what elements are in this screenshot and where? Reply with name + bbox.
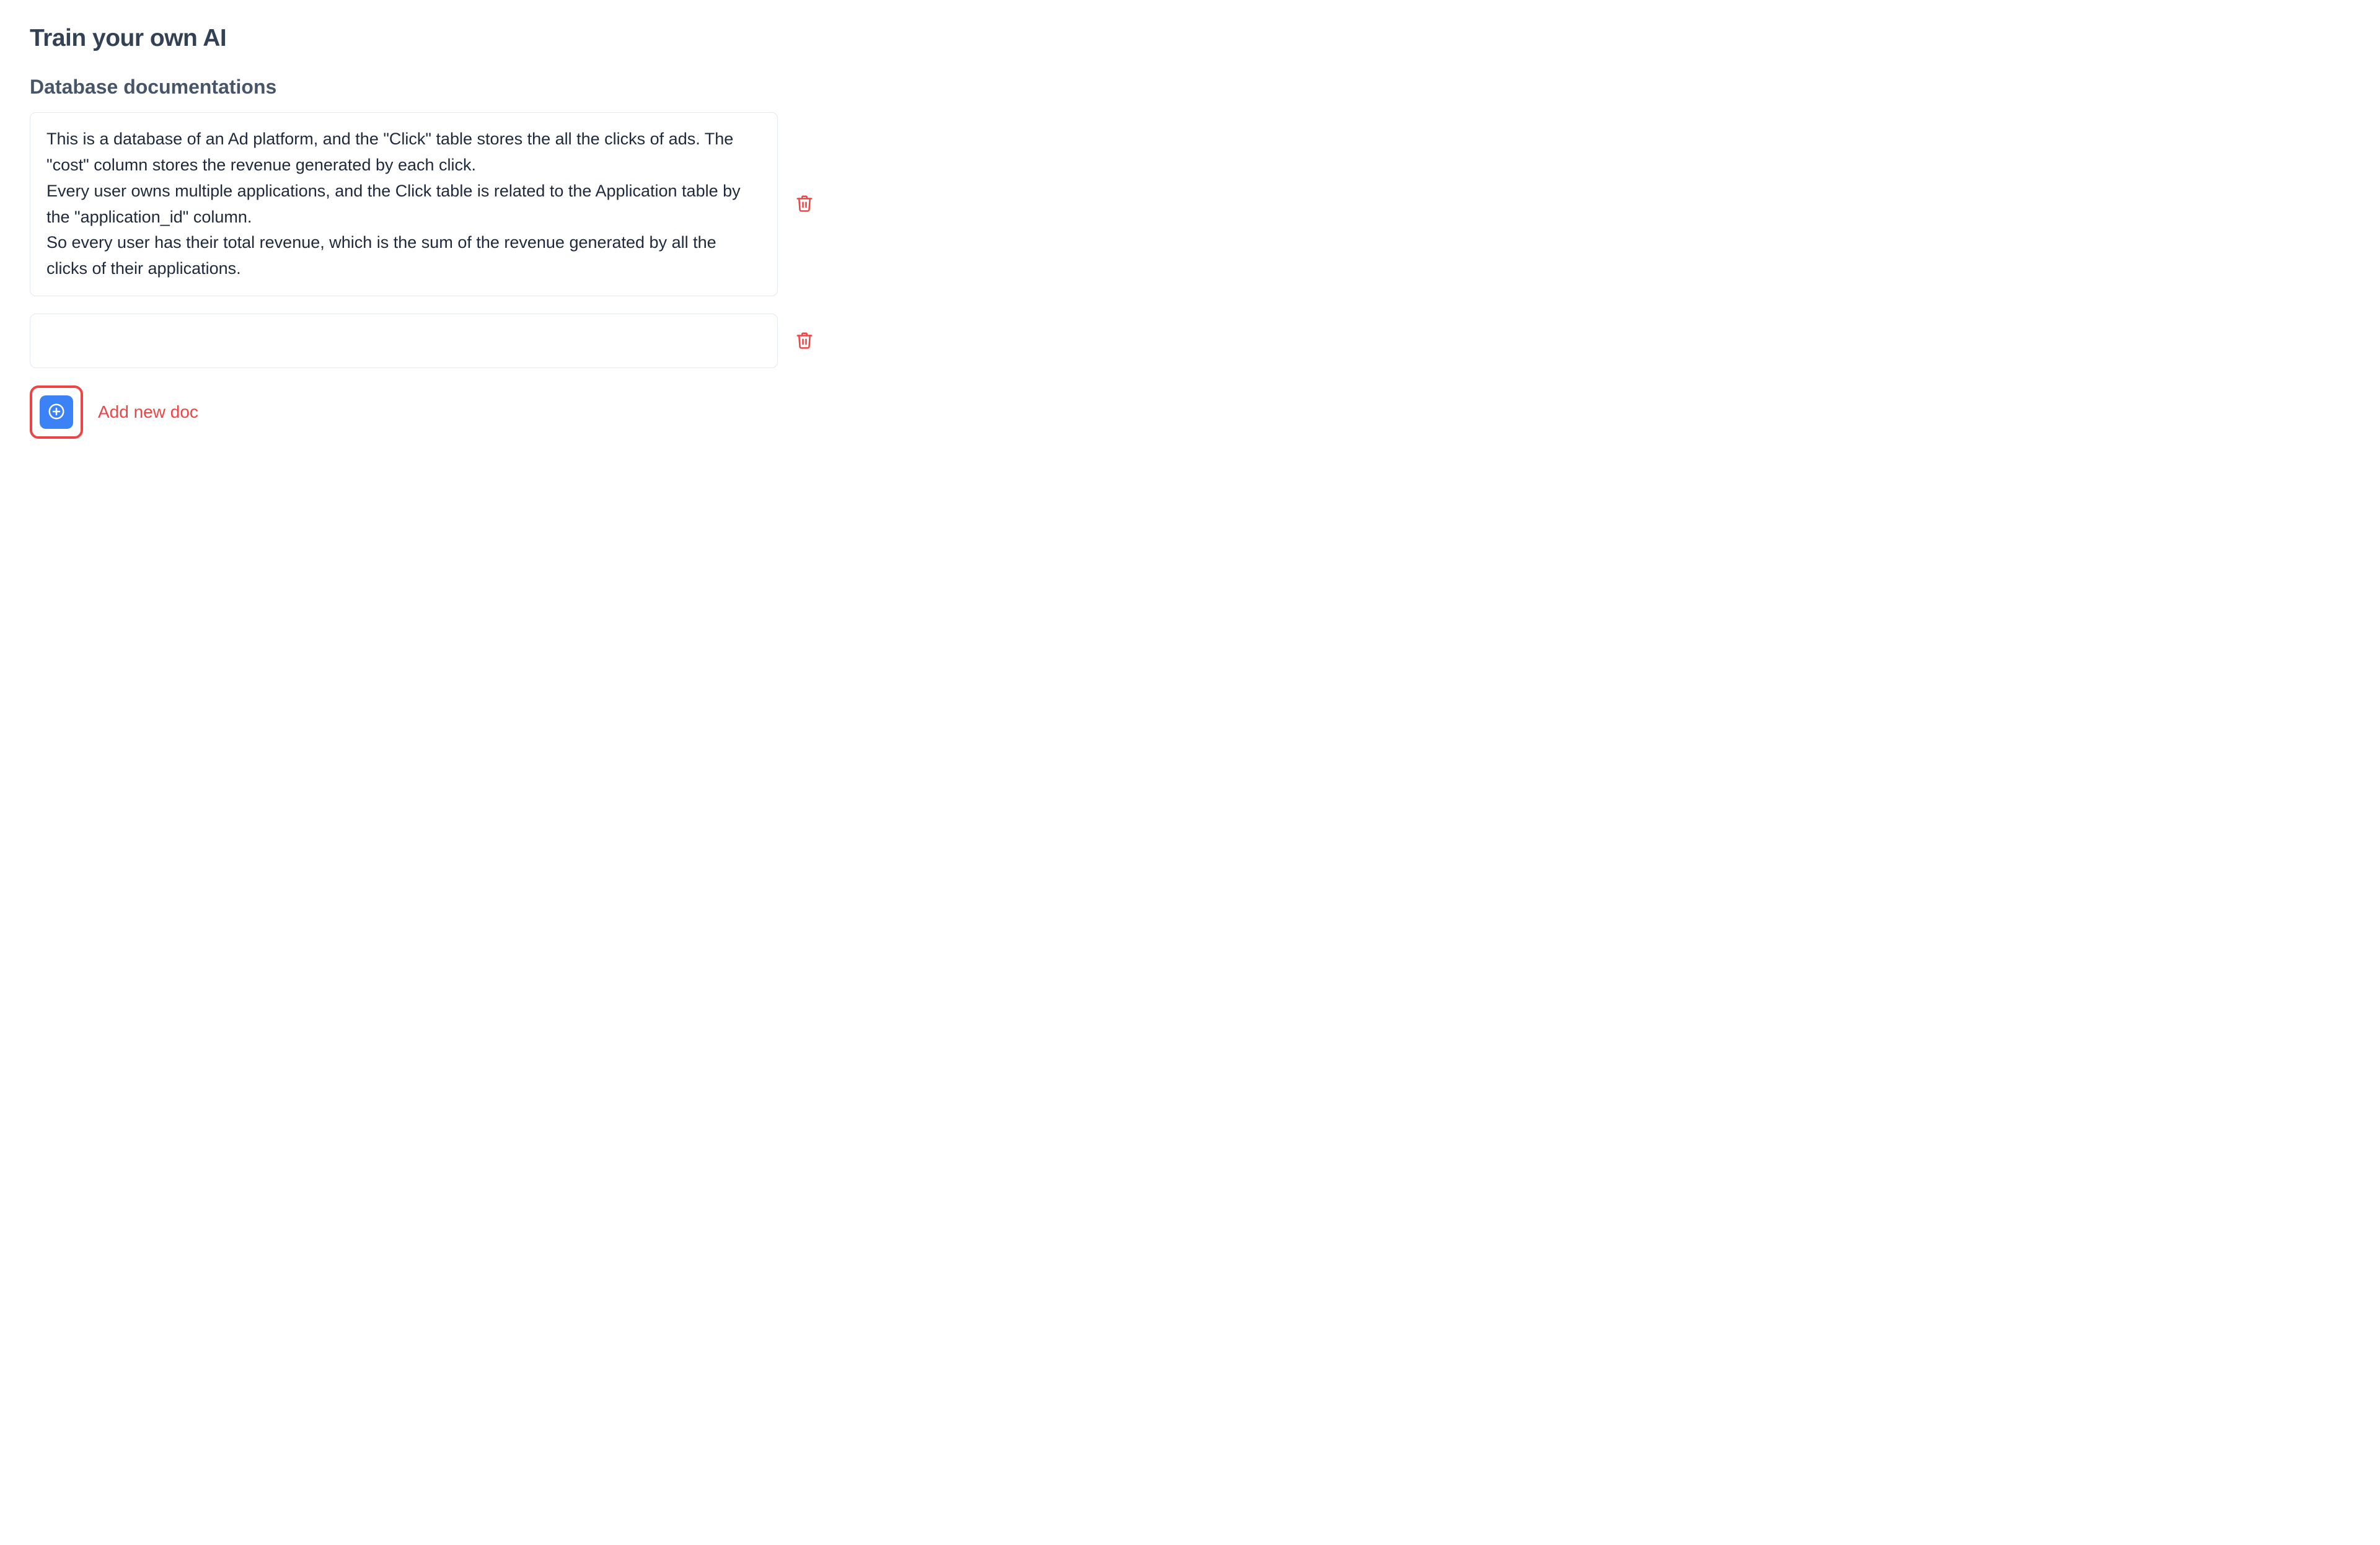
add-doc-label: Add new doc [98,402,198,422]
doc-row [30,314,816,368]
add-doc-row: Add new doc [30,385,816,439]
delete-doc-button[interactable] [793,328,816,354]
doc-card[interactable]: This is a database of an Ad platform, an… [30,112,778,296]
plus-circle-icon [47,402,66,423]
doc-row: This is a database of an Ad platform, an… [30,112,816,296]
add-doc-button[interactable] [40,395,73,429]
delete-doc-button[interactable] [793,191,816,217]
trash-icon [795,194,814,214]
add-doc-highlight-box [30,385,83,439]
doc-card[interactable] [30,314,778,368]
trash-icon [795,331,814,351]
section-title-database-documentations: Database documentations [30,76,816,99]
page-title: Train your own AI [30,25,816,52]
